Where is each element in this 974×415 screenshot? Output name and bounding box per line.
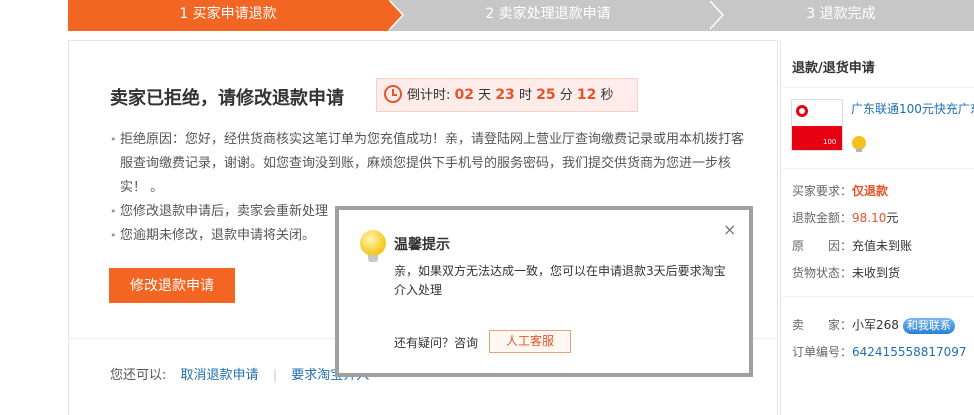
request-label: 买家要求： xyxy=(792,184,853,198)
countdown-days: 02 xyxy=(454,87,475,103)
close-icon[interactable]: × xyxy=(723,222,736,238)
reason-label: 原 因： xyxy=(792,239,853,253)
order-label: 订单编号： xyxy=(792,345,853,359)
sidebar-divider xyxy=(782,296,974,297)
goods-value: 未收到货 xyxy=(852,266,901,280)
goods-row: 货物状态：未收到货 xyxy=(792,264,900,281)
seller-value: 小军268 xyxy=(852,318,899,332)
lightbulb-icon xyxy=(360,230,386,262)
link-separator: | xyxy=(272,368,278,383)
product-thumbnail[interactable]: 100 xyxy=(791,99,843,151)
sidebar-divider xyxy=(782,168,974,169)
dialog-title: 温馨提示 xyxy=(394,237,450,253)
amount-label: 退款金额： xyxy=(792,211,853,225)
countdown-timer: 倒计时: 02 天 23 时 25 分 12 秒 xyxy=(376,78,638,112)
seller-row: 卖 家：小军268 和我联系 xyxy=(792,316,955,334)
reason-value: 充值未到账 xyxy=(852,239,913,253)
step-arrow xyxy=(388,0,402,30)
clock-icon xyxy=(384,85,402,103)
amount-value: 98.10 xyxy=(852,211,887,225)
order-row: 订单编号：642415558817097 xyxy=(792,343,967,360)
countdown-minutes: 25 xyxy=(536,87,556,103)
dialog-message: 亲，如果双方无法达成一致，您可以在申请退款3天后要求淘宝介入处理 xyxy=(394,264,726,297)
lightbulb-icon xyxy=(852,136,866,152)
card-value: 100 xyxy=(823,138,837,146)
order-number-link[interactable]: 642415558817097 xyxy=(852,345,967,359)
unicom-logo-icon xyxy=(796,105,808,117)
countdown-seconds-unit: 秒 xyxy=(600,88,614,103)
sidebar-divider xyxy=(782,87,974,88)
other-actions-label: 您还可以: xyxy=(110,368,167,383)
countdown-days-unit: 天 xyxy=(478,88,492,103)
goods-label: 货物状态： xyxy=(792,266,853,280)
countdown-label: 倒计时: xyxy=(407,88,451,103)
step-seller-process: 2 卖家处理退款申请 xyxy=(388,0,708,31)
reason-row: 原 因：充值未到账 xyxy=(792,237,912,254)
customer-service-button[interactable]: 人工客服 xyxy=(489,330,571,353)
tip-dialog: 温馨提示 × 亲，如果双方无法达成一致，您可以在申请退款3天后要求淘宝介入处理 … xyxy=(335,206,753,377)
amount-row: 退款金额：98.10元 xyxy=(792,209,898,226)
note-reject-reason: 拒绝原因：您好，经供货商核实这笔订单为您充值成功！亲，请登陆网上营业厅查询缴费记… xyxy=(110,128,750,200)
product-link[interactable]: 广东联通100元快充广东 xyxy=(851,100,974,117)
modify-refund-button[interactable]: 修改退款申请 xyxy=(109,268,235,303)
progress-steps: 1 买家申请退款 2 卖家处理退款申请 3 退款完成 xyxy=(0,0,974,31)
step-arrow xyxy=(708,0,722,30)
countdown-minutes-unit: 分 xyxy=(559,88,573,103)
other-actions: 您还可以: 取消退款申请 | 要求淘宝介入 xyxy=(110,364,369,383)
seller-label: 卖 家： xyxy=(792,318,853,332)
dialog-ask-label: 还有疑问？咨询 xyxy=(394,336,479,350)
step-complete: 3 退款完成 xyxy=(708,0,974,31)
countdown-hours: 23 xyxy=(495,87,515,103)
sidebar-title: 退款/退货申请 xyxy=(792,61,875,76)
contact-seller-button[interactable]: 和我联系 xyxy=(902,317,955,334)
cancel-refund-link[interactable]: 取消退款申请 xyxy=(181,368,259,383)
amount-unit: 元 xyxy=(886,211,899,225)
countdown-seconds: 12 xyxy=(576,87,597,103)
request-value: 仅退款 xyxy=(852,184,889,198)
page-title: 卖家已拒绝，请修改退款申请 xyxy=(110,88,344,109)
step-apply: 1 买家申请退款 xyxy=(68,0,388,31)
countdown-hours-unit: 时 xyxy=(518,88,532,103)
request-row: 买家要求：仅退款 xyxy=(792,182,888,199)
